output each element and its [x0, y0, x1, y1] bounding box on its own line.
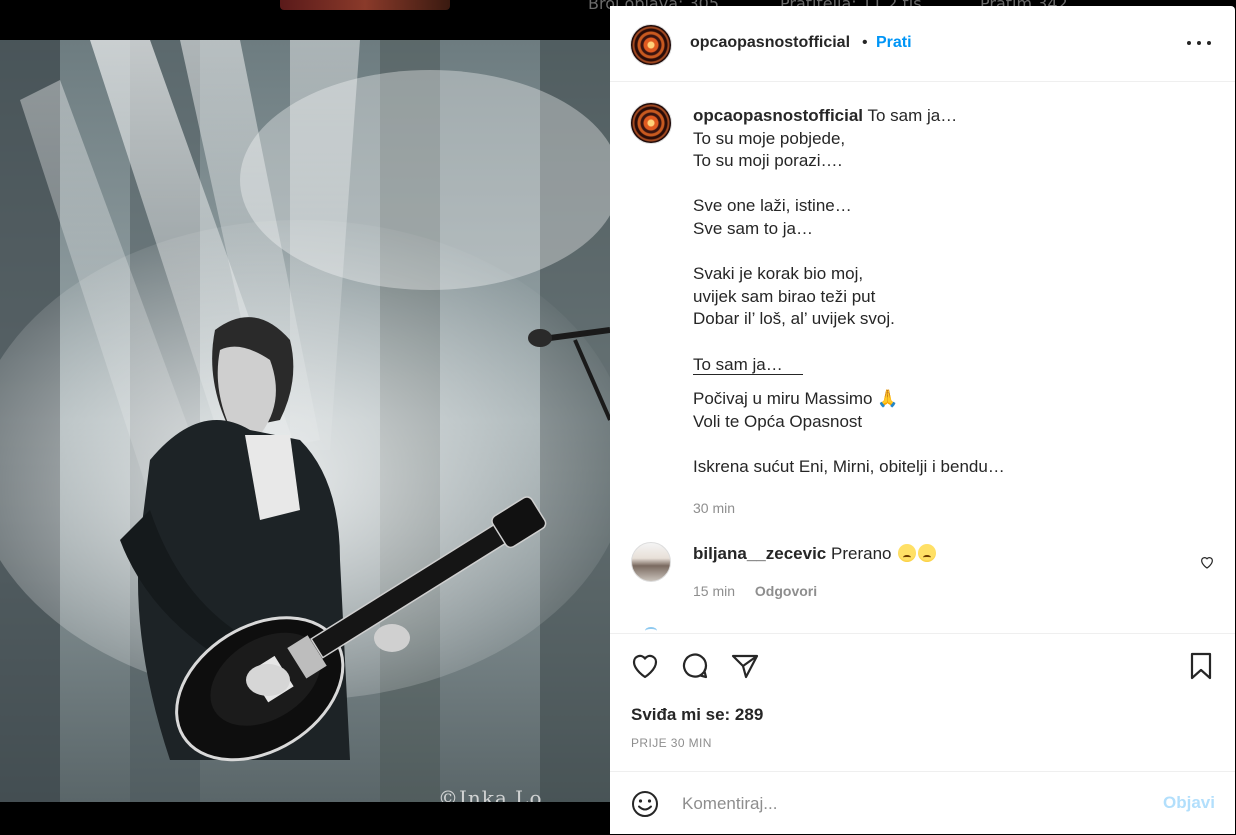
next-comment-avatar-peek	[645, 627, 657, 632]
caption-line: Dobar il’ loš, al’ uvijek svoj.	[693, 309, 895, 329]
paper-plane-icon[interactable]	[729, 650, 761, 682]
photo-watermark: ©Inka Lo	[438, 786, 543, 802]
ellipsis-icon	[1187, 41, 1211, 45]
caption-username[interactable]: opcaopasnostofficial	[693, 106, 863, 125]
comments-scroll-area[interactable]: opcaopasnostofficial To sam ja… To su mo…	[610, 82, 1235, 632]
background-thumbnail	[280, 0, 450, 10]
comment-body: biljana__zecevic Prerano	[693, 544, 937, 564]
likes-count[interactable]: Sviđa mi se: 289	[631, 705, 763, 725]
caption-line: Počivaj u miru Massimo 🙏	[693, 389, 899, 409]
caption-line	[693, 173, 1193, 196]
comment-text: Prerano	[831, 544, 892, 563]
header-separator: •	[862, 34, 868, 51]
comment-timestamp[interactable]: 15 min	[693, 583, 735, 599]
caption-timestamp[interactable]: 30 min	[693, 500, 735, 516]
caption-line: To su moji porazi….	[693, 151, 843, 171]
caption-line	[693, 433, 1193, 456]
caption-text: To sam ja…	[867, 106, 958, 125]
caption-line	[693, 241, 1193, 264]
author-avatar[interactable]	[630, 24, 672, 66]
caption-author-avatar[interactable]	[630, 102, 672, 144]
caption-line-0: opcaopasnostofficial To sam ja…	[693, 105, 1193, 128]
speech-bubble-icon[interactable]	[679, 650, 711, 682]
follow-button[interactable]: Prati	[876, 34, 912, 52]
comment-input[interactable]	[680, 790, 1124, 818]
sad-face-emoji-icon	[898, 544, 917, 562]
caption-line: Sve one laži, istine…	[693, 196, 852, 216]
caption-line: uvijek sam birao teži put	[693, 286, 876, 306]
post-detail-panel: opcaopasnostofficial • Prati opcaopasnos…	[610, 6, 1235, 834]
smiley-icon[interactable]	[630, 789, 660, 819]
caption-line	[693, 331, 1193, 354]
add-comment-bar: Objavi	[610, 771, 1235, 835]
guitarist-photo-image	[0, 40, 610, 802]
author-username[interactable]: opcaopasnostofficial	[690, 34, 850, 52]
post-comment-button[interactable]: Objavi	[1163, 793, 1215, 813]
bookmark-icon[interactable]	[1185, 650, 1217, 682]
post-timestamp[interactable]: PRIJE 30 MIN	[631, 736, 712, 750]
post-header: opcaopasnostofficial • Prati	[610, 6, 1235, 82]
commenter-avatar[interactable]	[631, 542, 671, 582]
commenter-username[interactable]: biljana__zecevic	[693, 544, 826, 563]
heart-icon[interactable]	[629, 650, 661, 682]
caption-line: Sve sam to ja…	[693, 218, 813, 238]
post-photo[interactable]: ©Inka Lo	[0, 40, 610, 802]
reply-button[interactable]: Odgovori	[755, 583, 817, 599]
caption-line: To su moje pobjede,	[693, 128, 846, 148]
more-options-button[interactable]	[1184, 32, 1214, 54]
caption-line: To sam ja…	[693, 354, 783, 374]
caption-line: Iskrena sućut Eni, Mirni, obitelji i ben…	[693, 456, 1005, 476]
caption-line: Voli te Opća Opasnost	[693, 411, 863, 431]
comment-meta: 15 min Odgovori	[693, 583, 817, 599]
post-actions: Sviđa mi se: 289 PRIJE 30 MIN	[610, 633, 1235, 772]
post-caption: opcaopasnostofficial To sam ja… To su mo…	[693, 105, 1193, 479]
comment-heart-icon[interactable]	[1199, 554, 1215, 570]
sad-face-emoji-icon	[918, 544, 937, 562]
caption-line: Svaki je korak bio moj,	[693, 264, 864, 284]
